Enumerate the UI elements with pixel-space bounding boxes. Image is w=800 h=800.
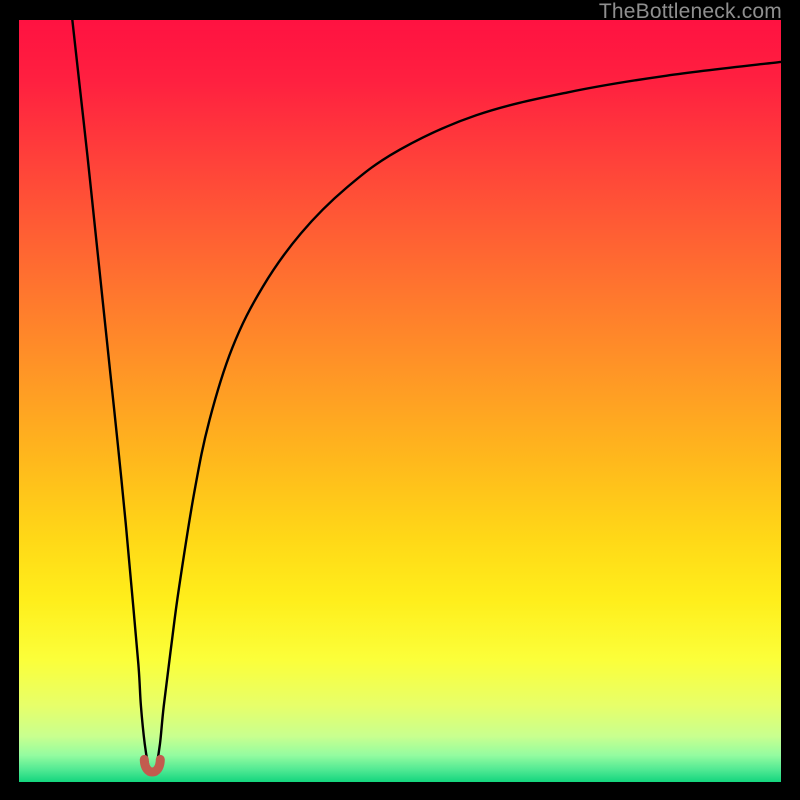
chart-frame: TheBottleneck.com	[0, 0, 800, 800]
plot-area	[19, 20, 781, 782]
vertex-marker	[144, 759, 160, 772]
bottleneck-curve	[19, 20, 781, 782]
watermark-text: TheBottleneck.com	[599, 0, 782, 24]
